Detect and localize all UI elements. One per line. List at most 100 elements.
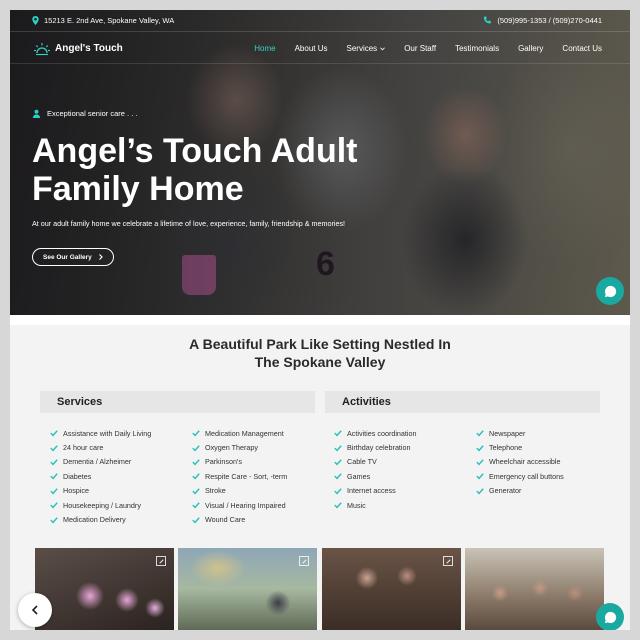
list-item: Diabetes xyxy=(50,469,151,483)
nav-item-testimonials[interactable]: Testimonials xyxy=(455,44,499,53)
list-item-label: Games xyxy=(347,471,371,481)
check-icon xyxy=(192,430,200,437)
check-icon xyxy=(50,430,58,437)
list-item-label: Internet access xyxy=(347,486,396,496)
list-item-label: Activities coordination xyxy=(347,428,417,438)
list-item: Housekeeping / Laundry xyxy=(50,498,151,512)
expand-icon[interactable] xyxy=(443,556,453,566)
gallery-photo-2[interactable] xyxy=(178,548,317,630)
nav-item-services[interactable]: Services xyxy=(347,44,386,53)
list-item-label: Music xyxy=(347,500,366,510)
gallery-photo-3[interactable] xyxy=(322,548,461,630)
gallery-photo-4[interactable] xyxy=(465,548,604,630)
nav-item-about-us[interactable]: About Us xyxy=(295,44,328,53)
nav-menu: Home About Us Services Our Staff Testimo… xyxy=(254,44,602,53)
check-icon xyxy=(50,444,58,452)
nav-item-services-label: Services xyxy=(346,44,378,53)
chevron-right-icon xyxy=(99,254,103,260)
features-section: A Beautiful Park Like Setting Nestled In… xyxy=(10,325,630,630)
check-icon xyxy=(192,516,200,523)
see-gallery-button-label: See Our Gallery xyxy=(43,253,92,261)
nav-item-home[interactable]: Home xyxy=(254,44,275,53)
list-item: Emergency call buttons xyxy=(476,469,564,483)
list-item-label: Emergency call buttons xyxy=(489,471,564,481)
hero-title-line-1: Angel’s Touch Adult xyxy=(32,132,358,170)
check-icon xyxy=(476,488,484,495)
check-icon xyxy=(192,444,200,452)
logo-text: Angel's Touch xyxy=(55,43,123,54)
list-item: Birthday celebration xyxy=(334,440,417,454)
main-navigation: Angel's Touch Home About Us Services Our… xyxy=(10,34,630,64)
chat-button[interactable] xyxy=(596,277,624,305)
chevron-left-icon xyxy=(31,605,38,615)
list-item-label: Dementia / Alzheimer xyxy=(63,457,132,467)
check-icon xyxy=(476,430,484,437)
phone-item[interactable]: (509)995-1353 / (509)270-0441 xyxy=(483,16,602,25)
list-item: Activities coordination xyxy=(334,426,417,440)
check-icon xyxy=(192,502,200,509)
check-icon xyxy=(192,459,200,466)
list-item-label: Stroke xyxy=(205,486,226,496)
list-item: Wound Care xyxy=(192,512,287,526)
list-item-label: Respite Care - Sort, -term xyxy=(205,471,288,481)
list-item: Generator xyxy=(476,484,564,498)
list-item-label: Cable TV xyxy=(347,457,377,467)
hero-title-line-2: Family Home xyxy=(32,170,244,208)
list-item-label: Newspaper xyxy=(489,428,526,438)
list-item-label: Parkinson's xyxy=(205,457,242,467)
nav-item-gallery[interactable]: Gallery xyxy=(518,44,543,53)
check-icon xyxy=(334,444,342,452)
list-item: Games xyxy=(334,469,417,483)
list-item: Hospice xyxy=(50,484,151,498)
list-item: 24 hour care xyxy=(50,440,151,454)
services-list-2: Medication Management Oxygen Therapy Parki… xyxy=(192,426,287,527)
list-item-label: 24 hour care xyxy=(63,443,104,453)
check-icon xyxy=(334,502,342,509)
check-icon xyxy=(50,488,58,495)
check-icon xyxy=(334,473,342,480)
address-item[interactable]: 15213 E. 2nd Ave, Spokane Valley, WA xyxy=(32,16,174,25)
chat-icon xyxy=(604,611,616,623)
check-icon xyxy=(192,488,200,495)
chat-button-bottom[interactable] xyxy=(596,603,624,630)
sun-logo-icon xyxy=(34,42,50,55)
check-icon xyxy=(476,459,484,466)
services-list-1: Assistance with Daily Living 24 hour care… xyxy=(50,426,151,527)
nav-item-our-staff[interactable]: Our Staff xyxy=(404,44,436,53)
expand-icon[interactable] xyxy=(156,556,166,566)
site-logo[interactable]: Angel's Touch xyxy=(34,42,123,56)
hero-tagline: Exceptional senior care . . . xyxy=(32,109,137,118)
check-icon xyxy=(192,473,200,480)
see-gallery-button[interactable]: See Our Gallery xyxy=(32,248,114,266)
carousel-prev-button[interactable] xyxy=(18,593,52,627)
chat-icon xyxy=(604,285,616,297)
gallery-photo-1[interactable] xyxy=(35,548,174,630)
section-title-line-1: A Beautiful Park Like Setting Nestled In xyxy=(189,336,451,352)
list-item-label: Generator xyxy=(489,486,522,496)
top-bar: 15213 E. 2nd Ave, Spokane Valley, WA (50… xyxy=(10,10,630,32)
expand-icon[interactable] xyxy=(299,556,309,566)
check-icon xyxy=(334,488,342,495)
address-text: 15213 E. 2nd Ave, Spokane Valley, WA xyxy=(44,16,175,25)
list-item: Newspaper xyxy=(476,426,564,440)
list-item-label: Medication Management xyxy=(205,428,284,438)
activities-list-2: Newspaper Telephone Wheelchair accessible E… xyxy=(476,426,564,498)
list-item: Respite Care - Sort, -term xyxy=(192,469,287,483)
phone-text: (509)995-1353 / (509)270-0441 xyxy=(497,16,602,25)
list-item: Internet access xyxy=(334,484,417,498)
check-icon xyxy=(50,516,58,523)
list-item: Medication Delivery xyxy=(50,512,151,526)
hero-tagline-text: Exceptional senior care . . . xyxy=(47,109,138,118)
list-item-label: Wheelchair accessible xyxy=(489,457,561,467)
check-icon xyxy=(476,473,484,480)
list-item: Visual / Hearing Impaired xyxy=(192,498,287,512)
nav-item-contact-us[interactable]: Contact Us xyxy=(562,44,602,53)
list-item-label: Birthday celebration xyxy=(347,443,411,453)
page-frame: 6 15213 E. 2nd Ave, Spokane Valley, WA (… xyxy=(10,10,630,630)
check-icon xyxy=(334,430,342,437)
map-pin-icon xyxy=(32,16,39,25)
check-icon xyxy=(476,444,484,452)
activities-heading: Activities xyxy=(325,391,600,413)
list-item: Parkinson's xyxy=(192,455,287,469)
hero-section: 6 15213 E. 2nd Ave, Spokane Valley, WA (… xyxy=(10,10,630,315)
